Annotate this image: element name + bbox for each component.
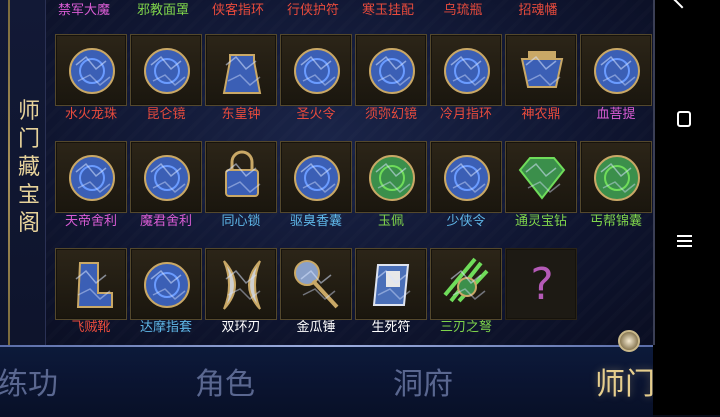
treasure-slot[interactable]	[130, 34, 202, 106]
treasure-name: 双环刃	[221, 320, 261, 335]
top-row-item[interactable]: 侠客指环	[201, 0, 275, 18]
treasure-slot[interactable]	[430, 141, 502, 213]
treasure-slot[interactable]	[580, 141, 652, 213]
treasure-slot[interactable]	[430, 248, 502, 320]
treasure-slot[interactable]	[205, 34, 277, 106]
ornament-gem-icon	[618, 330, 640, 352]
treasure-slot[interactable]	[280, 141, 352, 213]
treasure-name: 玉佩	[377, 214, 404, 229]
treasure-name: 飞贼靴	[71, 320, 111, 335]
treasure-slot[interactable]	[505, 34, 577, 106]
treasure-name: 驱臭香囊	[289, 214, 342, 229]
home-icon[interactable]	[677, 111, 691, 127]
system-nav-bar	[653, 0, 720, 415]
treasure-slot[interactable]	[205, 248, 277, 320]
top-row-item[interactable]: 邪教面罩	[126, 0, 200, 18]
treasure-name: 神农鼎	[521, 107, 561, 122]
treasure-slot[interactable]	[280, 34, 352, 106]
treasure-slot[interactable]	[55, 248, 127, 320]
bottom-tab-bar: 练功 角色 洞府 师门	[0, 345, 655, 417]
treasure-slot[interactable]	[130, 141, 202, 213]
top-row-item[interactable]: 行侠护符	[276, 0, 350, 18]
menu-icon[interactable]	[677, 235, 692, 247]
treasure-name: 血菩提	[596, 107, 636, 122]
treasure-name: 通灵宝钻	[514, 214, 567, 229]
treasure-name: 三刃之弩	[439, 320, 492, 335]
top-row-item[interactable]: 招魂幡	[501, 0, 575, 18]
treasure-slot[interactable]	[505, 141, 577, 213]
treasure-name: 丐帮锦囊	[589, 214, 642, 229]
unknown-icon: ?	[530, 259, 554, 310]
treasure-name: 少侠令	[446, 214, 486, 229]
top-row-item[interactable]: 乌琉瓶	[426, 0, 500, 18]
treasure-name: 天帝舍利	[64, 214, 117, 229]
treasure-slot[interactable]	[280, 248, 352, 320]
treasure-slot[interactable]	[55, 141, 127, 213]
top-row-item[interactable]: 寒玉挂配	[351, 0, 425, 18]
treasure-slot[interactable]: ?	[505, 248, 577, 320]
treasure-name: 生死符	[371, 320, 411, 335]
treasure-name: 达摩指套	[139, 320, 192, 335]
treasure-name: 水火龙珠	[64, 107, 117, 122]
panel-title: 师 门 藏 宝 阁	[17, 99, 40, 236]
treasure-slot[interactable]	[430, 34, 502, 106]
treasure-name: 须弥幻镜	[364, 107, 417, 122]
treasure-name: 魔君舍利	[139, 214, 192, 229]
treasure-name: 同心锁	[221, 214, 261, 229]
treasure-slot[interactable]	[355, 141, 427, 213]
top-row-item[interactable]: 禁军大魔	[47, 0, 121, 18]
treasure-slot[interactable]	[580, 34, 652, 106]
tab-practice[interactable]: 练功	[0, 359, 58, 403]
treasure-name: 冷月指环	[439, 107, 492, 122]
treasure-slot[interactable]	[55, 34, 127, 106]
tab-character[interactable]: 角色	[195, 359, 255, 403]
treasure-slot[interactable]	[355, 34, 427, 106]
treasure-slot[interactable]	[205, 141, 277, 213]
tab-sect[interactable]: 师门	[595, 359, 655, 403]
treasure-slot[interactable]	[130, 248, 202, 320]
tab-cave[interactable]: 洞府	[393, 359, 453, 403]
treasure-name: 金瓜锤	[296, 320, 336, 335]
treasure-slot[interactable]	[355, 248, 427, 320]
treasure-name: 东皇钟	[221, 107, 261, 122]
treasure-name: 圣火令	[296, 107, 336, 122]
treasure-name: 昆仑镜	[146, 107, 186, 122]
